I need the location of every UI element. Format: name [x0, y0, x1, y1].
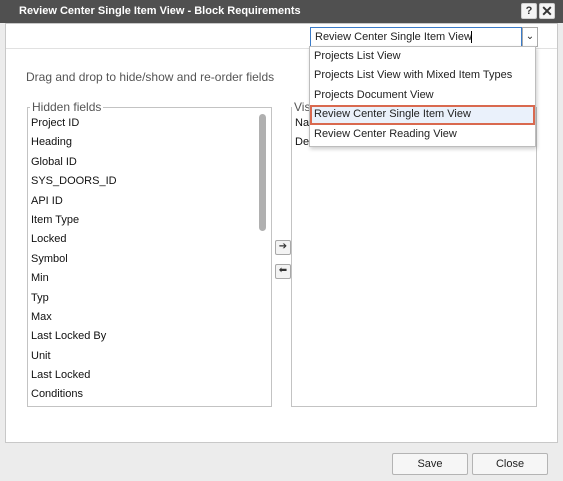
- hidden-fields-legend: Hidden fields: [30, 100, 104, 114]
- move-left-button[interactable]: ⬅: [275, 264, 291, 279]
- dropdown-option[interactable]: Review Center Reading View: [310, 125, 535, 144]
- dropdown-option[interactable]: Review Center Single Item View: [310, 105, 535, 125]
- hidden-field-item[interactable]: Item Type: [31, 211, 117, 230]
- hidden-field-item[interactable]: Symbol: [31, 250, 117, 269]
- view-select[interactable]: Review Center Single Item View: [310, 27, 522, 47]
- hidden-field-item[interactable]: Heading: [31, 133, 117, 152]
- dropdown-option[interactable]: Projects List View with Mixed Item Types: [310, 66, 535, 85]
- hidden-field-item[interactable]: Locked: [31, 230, 117, 249]
- close-icon[interactable]: ✕: [539, 3, 555, 19]
- dialog-titlebar: Review Center Single Item View - Block R…: [0, 0, 563, 23]
- hidden-field-item[interactable]: Typ: [31, 289, 117, 308]
- view-select-dropdown: Projects List View Projects List View wit…: [309, 46, 536, 147]
- hidden-field-item[interactable]: Min: [31, 269, 117, 288]
- hidden-field-item[interactable]: Last Locked By: [31, 327, 117, 346]
- visible-field-item[interactable]: Na: [295, 114, 309, 133]
- scrollbar-thumb[interactable]: [259, 114, 266, 231]
- hidden-field-item[interactable]: Last Locked: [31, 366, 117, 385]
- dropdown-option[interactable]: Projects List View: [310, 47, 535, 66]
- dropdown-option[interactable]: Projects Document View: [310, 86, 535, 105]
- hidden-field-item[interactable]: API ID: [31, 192, 117, 211]
- chevron-down-icon[interactable]: ⌄: [522, 27, 538, 47]
- hidden-field-item[interactable]: Global ID: [31, 153, 117, 172]
- hidden-field-item[interactable]: Max: [31, 308, 117, 327]
- close-button[interactable]: Close: [472, 453, 548, 475]
- move-right-button[interactable]: ➔: [275, 240, 291, 255]
- hidden-field-item[interactable]: SYS_DOORS_ID: [31, 172, 117, 191]
- hidden-fields-list[interactable]: Hidden fields Project ID Heading Global ID…: [27, 100, 272, 407]
- help-icon[interactable]: ?: [521, 3, 537, 19]
- save-button[interactable]: Save: [392, 453, 468, 475]
- hidden-field-item[interactable]: Unit: [31, 347, 117, 366]
- hidden-field-item[interactable]: Project ID: [31, 114, 117, 133]
- hidden-field-item[interactable]: Conditions: [31, 385, 117, 404]
- visible-field-item[interactable]: De: [295, 133, 309, 152]
- instructions-text: Drag and drop to hide/show and re-order …: [26, 70, 275, 84]
- hidden-fields-scrollbar[interactable]: [256, 110, 268, 404]
- visible-fields-list[interactable]: Vis Na De: [291, 100, 537, 407]
- dialog-title: Review Center Single Item View - Block R…: [19, 5, 301, 17]
